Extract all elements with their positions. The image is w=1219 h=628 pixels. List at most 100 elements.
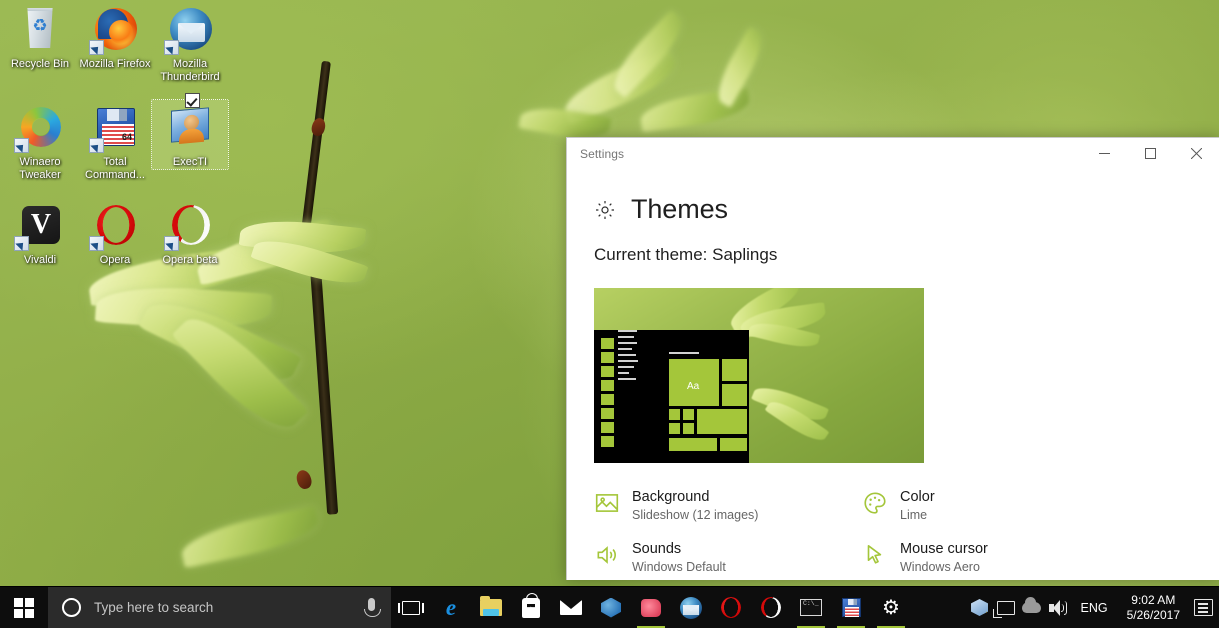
shortcut-arrow-icon — [164, 236, 179, 251]
taskbar-microsoft-edge[interactable]: e — [431, 587, 471, 628]
desktop-icon-label: Opera — [99, 254, 131, 266]
theme-option-mouse-cursor[interactable]: Mouse cursor Windows Aero — [862, 540, 1130, 576]
window-titlebar[interactable]: Settings — [567, 138, 1219, 170]
tray-network[interactable] — [992, 587, 1019, 628]
shortcut-arrow-icon — [89, 236, 104, 251]
winaero-tweaker-icon — [14, 104, 64, 153]
minimize-button[interactable] — [1081, 138, 1127, 168]
desktop-icon-total-commander[interactable]: Total Command... — [77, 104, 153, 181]
opera-icon — [89, 202, 139, 251]
desktop-icon-opera-beta[interactable]: Opera beta — [152, 202, 228, 267]
current-theme-label: Current theme: Saplings — [594, 245, 778, 264]
tray-package[interactable] — [967, 587, 993, 628]
cortana-circle-icon — [62, 598, 81, 617]
gear-icon: ⚙ — [882, 596, 900, 619]
taskbar-opera-beta[interactable] — [751, 587, 791, 628]
desktop-icon-vivaldi[interactable]: Vivaldi — [2, 202, 78, 267]
microphone-icon[interactable] — [364, 597, 381, 617]
tray-volume[interactable] — [1045, 587, 1071, 628]
mail-icon — [560, 600, 582, 615]
firefox-icon — [89, 6, 139, 55]
desktop-icon-label: Mozilla Firefox — [79, 58, 151, 70]
desktop-icon-winaero-tweaker[interactable]: Winaero Tweaker — [2, 104, 78, 181]
taskbar-microsoft-store[interactable] — [511, 587, 551, 628]
taskbar[interactable]: Type here to search e C:\_ ⚙ ★ ENG 9:02 … — [0, 586, 1219, 628]
desktop-icon-label: ExecTI — [172, 156, 208, 168]
gear-icon — [594, 199, 616, 221]
page-title: Themes — [631, 194, 728, 224]
desktop-icon-opera[interactable]: Opera — [77, 202, 153, 267]
desktop-icon-label: Opera beta — [162, 254, 218, 266]
taskbar-apps[interactable]: e C:\_ ⚙ — [391, 587, 911, 628]
desktop-icon-execti[interactable]: ExecTI — [151, 93, 229, 170]
desktop-icon-mozilla-firefox[interactable]: Mozilla Firefox — [77, 6, 153, 71]
theme-option-color[interactable]: Color Lime — [862, 488, 1130, 524]
search-input[interactable]: Type here to search — [48, 586, 391, 628]
taskbar-gimp[interactable] — [591, 587, 631, 628]
page-header: Themes — [567, 170, 1219, 225]
theme-options-grid[interactable]: Background Slideshow (12 images) Color L… — [567, 463, 1219, 576]
preview-tiles: Aa — [669, 352, 747, 463]
taskbar-thunderbird[interactable] — [671, 587, 711, 628]
shortcut-arrow-icon — [14, 236, 29, 251]
store-icon — [522, 592, 540, 618]
clock[interactable]: 9:02 AM 5/26/2017 — [1118, 593, 1189, 623]
palette-icon — [862, 490, 888, 516]
thunderbird-icon — [164, 6, 214, 55]
taskbar-settings[interactable]: ⚙ — [871, 587, 911, 628]
theme-preview-tile[interactable]: Aa — [594, 288, 924, 463]
taskbar-total-commander[interactable] — [831, 587, 871, 628]
mouse-cursor-icon — [862, 542, 888, 568]
vivaldi-icon — [14, 202, 64, 251]
close-button[interactable] — [1173, 138, 1219, 168]
desktop-icon-label: Recycle Bin — [10, 58, 70, 70]
shortcut-arrow-icon — [14, 138, 29, 153]
opera-beta-icon — [761, 597, 781, 618]
desktop-icon-label: Vivaldi — [23, 254, 57, 266]
task-view-icon — [398, 600, 424, 615]
desktop-icon-mozilla-thunderbird[interactable]: Mozilla Thunderbird — [152, 6, 228, 83]
start-button[interactable] — [0, 587, 48, 628]
recycle-bin-icon — [16, 6, 64, 54]
tray-onedrive[interactable] — [1019, 587, 1045, 628]
thunderbird-icon — [680, 596, 702, 619]
file-explorer-icon — [480, 596, 502, 616]
shortcut-arrow-icon — [89, 138, 104, 153]
taskbar-paint[interactable] — [631, 587, 671, 628]
speaker-icon — [1048, 599, 1067, 616]
taskbar-opera[interactable] — [711, 587, 751, 628]
taskbar-file-explorer[interactable] — [471, 587, 511, 628]
windows-logo-icon — [14, 597, 34, 618]
option-title: Color — [900, 489, 935, 505]
window-controls[interactable] — [1081, 138, 1219, 168]
settings-window[interactable]: Settings Themes Current theme: Saplings … — [566, 137, 1219, 580]
taskbar-command-prompt[interactable] — [791, 587, 831, 628]
action-center-button[interactable] — [1189, 587, 1217, 628]
selection-checkbox[interactable] — [185, 93, 200, 108]
option-value: Slideshow (12 images) — [632, 508, 759, 522]
package-icon — [971, 599, 989, 616]
minimize-icon — [1098, 152, 1110, 154]
option-title: Sounds — [632, 541, 682, 557]
shortcut-arrow-icon — [164, 40, 179, 55]
preview-tile-text: Aa — [687, 381, 700, 392]
taskbar-task-view[interactable] — [391, 587, 431, 628]
cloud-icon — [1022, 597, 1042, 613]
taskbar-mail[interactable] — [551, 587, 591, 628]
desktop-icon-label: Mozilla Thunderbird — [160, 58, 220, 83]
desktop-icon-recycle-bin[interactable]: Recycle Bin — [2, 6, 78, 71]
action-center-icon — [1193, 599, 1213, 616]
theme-option-sounds[interactable]: Sounds Windows Default — [594, 540, 862, 576]
shortcut-arrow-icon — [89, 40, 104, 55]
preview-app-list — [618, 330, 638, 384]
language-indicator[interactable]: ENG — [1071, 601, 1118, 615]
theme-option-background[interactable]: Background Slideshow (12 images) — [594, 488, 862, 524]
opera-icon — [721, 597, 741, 618]
total-commander-icon — [841, 598, 861, 617]
system-tray[interactable]: ENG 9:02 AM 5/26/2017 — [967, 587, 1219, 628]
desktop-icon-label: Total Command... — [85, 156, 145, 181]
desktop-icon-label: Winaero Tweaker — [19, 156, 61, 181]
desktop[interactable]: Recycle Bin Mozilla Firefox Mozilla Thun… — [0, 0, 1219, 628]
maximize-button[interactable] — [1127, 138, 1173, 168]
edge-icon: e — [445, 594, 457, 620]
